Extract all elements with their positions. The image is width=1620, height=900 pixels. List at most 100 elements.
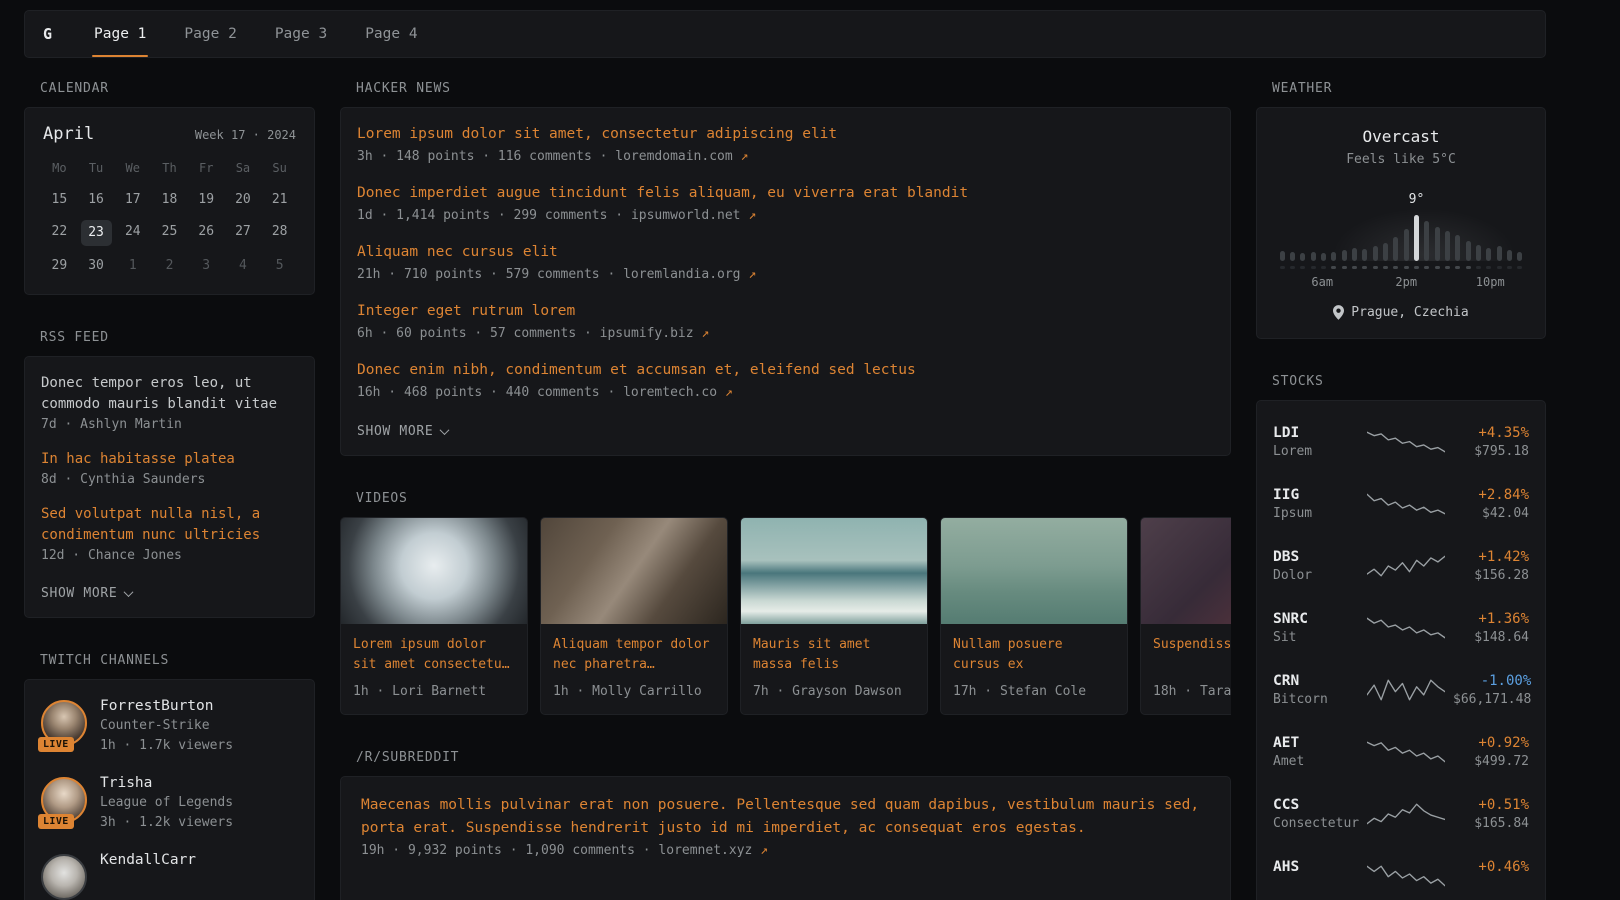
calendar-day: 21 — [264, 188, 295, 212]
calendar-day: 24 — [117, 220, 148, 244]
stock-row[interactable]: CRNBitcorn-1.00%$66,171.48 — [1273, 659, 1529, 721]
video-card[interactable]: Nullam posuere cursus ex17h · Stefan Col… — [940, 517, 1128, 715]
stock-change: +0.51% — [1453, 795, 1529, 815]
twitch-channel[interactable]: LIVETrishaLeague of Legends3h · 1.2k vie… — [41, 773, 298, 833]
hn-domain[interactable]: loremtech.co — [623, 385, 717, 400]
sparkline-chart — [1367, 739, 1445, 765]
stock-row[interactable]: SNRCSit+1.36%$148.64 — [1273, 597, 1529, 659]
video-meta: 1h · Molly Carrillo — [553, 682, 715, 702]
external-link-icon: ↗ — [717, 385, 733, 400]
weather-hour — [1484, 248, 1494, 269]
daylight-dot — [1507, 266, 1512, 269]
stock-chart — [1367, 677, 1445, 703]
external-link-icon: ↗ — [694, 326, 710, 341]
video-meta: 7h · Grayson Dawson — [753, 682, 915, 702]
hn-title[interactable]: Lorem ipsum dolor sit amet, consectetur … — [357, 123, 1214, 146]
rss-show-more-button[interactable]: SHOW MORE — [41, 586, 132, 601]
stock-row[interactable]: CCSConsectetur+0.51%$165.84 — [1273, 783, 1529, 845]
temperature-bar — [1280, 251, 1285, 261]
hn-domain[interactable]: ipsumworld.net — [631, 208, 741, 223]
stock-symbol: IIG — [1273, 485, 1359, 505]
hn-domain[interactable]: loremdomain.com — [615, 149, 732, 164]
stock-row[interactable]: AHS+0.46% — [1273, 845, 1529, 900]
hn-show-more-button[interactable]: SHOW MORE — [357, 424, 448, 439]
video-title[interactable]: Aliquam tempor dolor nec pharetra… — [553, 635, 715, 675]
daylight-dot — [1300, 266, 1305, 269]
sparkline-chart — [1367, 615, 1445, 641]
stock-name: Amet — [1273, 753, 1359, 771]
stock-row[interactable]: IIGIpsum+2.84%$42.04 — [1273, 473, 1529, 535]
tab-page-3[interactable]: Page 3 — [273, 11, 329, 57]
stock-symbol: LDI — [1273, 423, 1359, 443]
chevron-down-icon — [440, 425, 450, 435]
weather-time-label: 6am — [1311, 275, 1333, 289]
stock-row[interactable]: AETAmet+0.92%$499.72 — [1273, 721, 1529, 783]
hn-title[interactable]: Aliquam nec cursus elit — [357, 241, 1214, 264]
rss-section-title: RSS FEED — [40, 330, 315, 345]
calendar-weekday: We — [117, 156, 148, 180]
stock-name: Bitcorn — [1273, 691, 1359, 709]
hn-domain[interactable]: ipsumify.biz — [600, 326, 694, 341]
video-meta: 18h · Tara — [1153, 682, 1231, 702]
rss-item-title[interactable]: Donec tempor eros leo, ut commodo mauris… — [41, 373, 298, 415]
calendar-day: 27 — [227, 220, 258, 244]
stocks-list: LDILorem+4.35%$795.18IIGIpsum+2.84%$42.0… — [1273, 411, 1529, 900]
temperature-bar — [1414, 215, 1419, 261]
reddit-post-domain[interactable]: loremnet.xyz — [658, 843, 752, 858]
twitch-channel[interactable]: KendallCarr — [41, 850, 298, 900]
temperature-bar — [1342, 250, 1347, 261]
tab-page-2[interactable]: Page 2 — [182, 11, 238, 57]
video-card[interactable]: Mauris sit amet massa felis 7h · Grayson … — [740, 517, 928, 715]
rss-item-meta: 12d · Chance Jones — [41, 546, 298, 566]
video-title[interactable]: Nullam posuere cursus ex — [953, 635, 1115, 675]
hn-title[interactable]: Donec imperdiet augue tincidunt felis al… — [357, 182, 1214, 205]
video-card[interactable]: Aliquam tempor dolor nec pharetra… 1h · M… — [540, 517, 728, 715]
weather-bars — [1277, 205, 1525, 269]
channel-category: Counter-Strike — [100, 716, 233, 736]
app-logo[interactable]: G — [43, 11, 52, 57]
reddit-section-title: /R/SUBREDDIT — [356, 750, 1231, 765]
channel-meta: 1h · 1.7k viewers — [100, 736, 233, 756]
tab-page-4[interactable]: Page 4 — [363, 11, 419, 57]
stock-row[interactable]: LDILorem+4.35%$795.18 — [1273, 411, 1529, 473]
temperature-bar — [1352, 248, 1357, 261]
calendar-day: 29 — [44, 254, 75, 278]
daylight-dot — [1517, 266, 1522, 269]
twitch-channel[interactable]: LIVEForrestBurtonCounter-Strike1h · 1.7k… — [41, 696, 298, 756]
calendar-weekday: Tu — [81, 156, 112, 180]
video-title[interactable]: Suspendisse diam — [1153, 635, 1231, 675]
reddit-post-title[interactable]: Maecenas mollis pulvinar erat non posuer… — [361, 794, 1210, 840]
temperature-bar — [1393, 237, 1398, 261]
calendar-day: 15 — [44, 188, 75, 212]
rss-item-title[interactable]: Sed volutpat nulla nisl, a condimentum n… — [41, 504, 298, 546]
stock-name: Sit — [1273, 629, 1359, 647]
video-title[interactable]: Mauris sit amet massa felis — [753, 635, 915, 675]
video-meta: 1h · Lori Barnett — [353, 682, 515, 702]
calendar-day: 5 — [264, 254, 295, 278]
stock-values: +1.36%$148.64 — [1453, 609, 1529, 647]
stock-row[interactable]: DBSDolor+1.42%$156.28 — [1273, 535, 1529, 597]
stock-id: LDILorem — [1273, 423, 1359, 461]
stock-price: $795.18 — [1453, 443, 1529, 461]
stock-price: $66,171.48 — [1453, 691, 1531, 709]
temperature-bar — [1424, 221, 1429, 261]
hn-domain[interactable]: loremlandia.org — [623, 267, 740, 282]
weather-hour — [1298, 253, 1308, 269]
hn-title[interactable]: Integer eget rutrum lorem — [357, 300, 1214, 323]
video-title[interactable]: Lorem ipsum dolor sit amet consectetu… — [353, 635, 515, 675]
video-card[interactable]: Lorem ipsum dolor sit amet consectetu… 1h… — [340, 517, 528, 715]
rss-item-title[interactable]: In hac habitasse platea — [41, 449, 298, 470]
temperature-bar — [1383, 243, 1388, 261]
weather-hour — [1422, 221, 1432, 269]
weather-hour — [1360, 249, 1370, 269]
video-card[interactable]: Suspendisse diam 18h · Tara — [1140, 517, 1231, 715]
channel-category: League of Legends — [100, 793, 233, 813]
weather-hour — [1339, 250, 1349, 269]
calendar-day: 28 — [264, 220, 295, 244]
hn-title[interactable]: Donec enim nibh, condimentum et accumsan… — [357, 359, 1214, 382]
rss-item-meta: 8d · Cynthia Saunders — [41, 470, 298, 490]
video-thumbnail — [941, 518, 1127, 624]
tab-page-1[interactable]: Page 1 — [92, 11, 148, 57]
stock-id: IIGIpsum — [1273, 485, 1359, 523]
rss-item: In hac habitasse platea8d · Cynthia Saun… — [41, 449, 298, 490]
